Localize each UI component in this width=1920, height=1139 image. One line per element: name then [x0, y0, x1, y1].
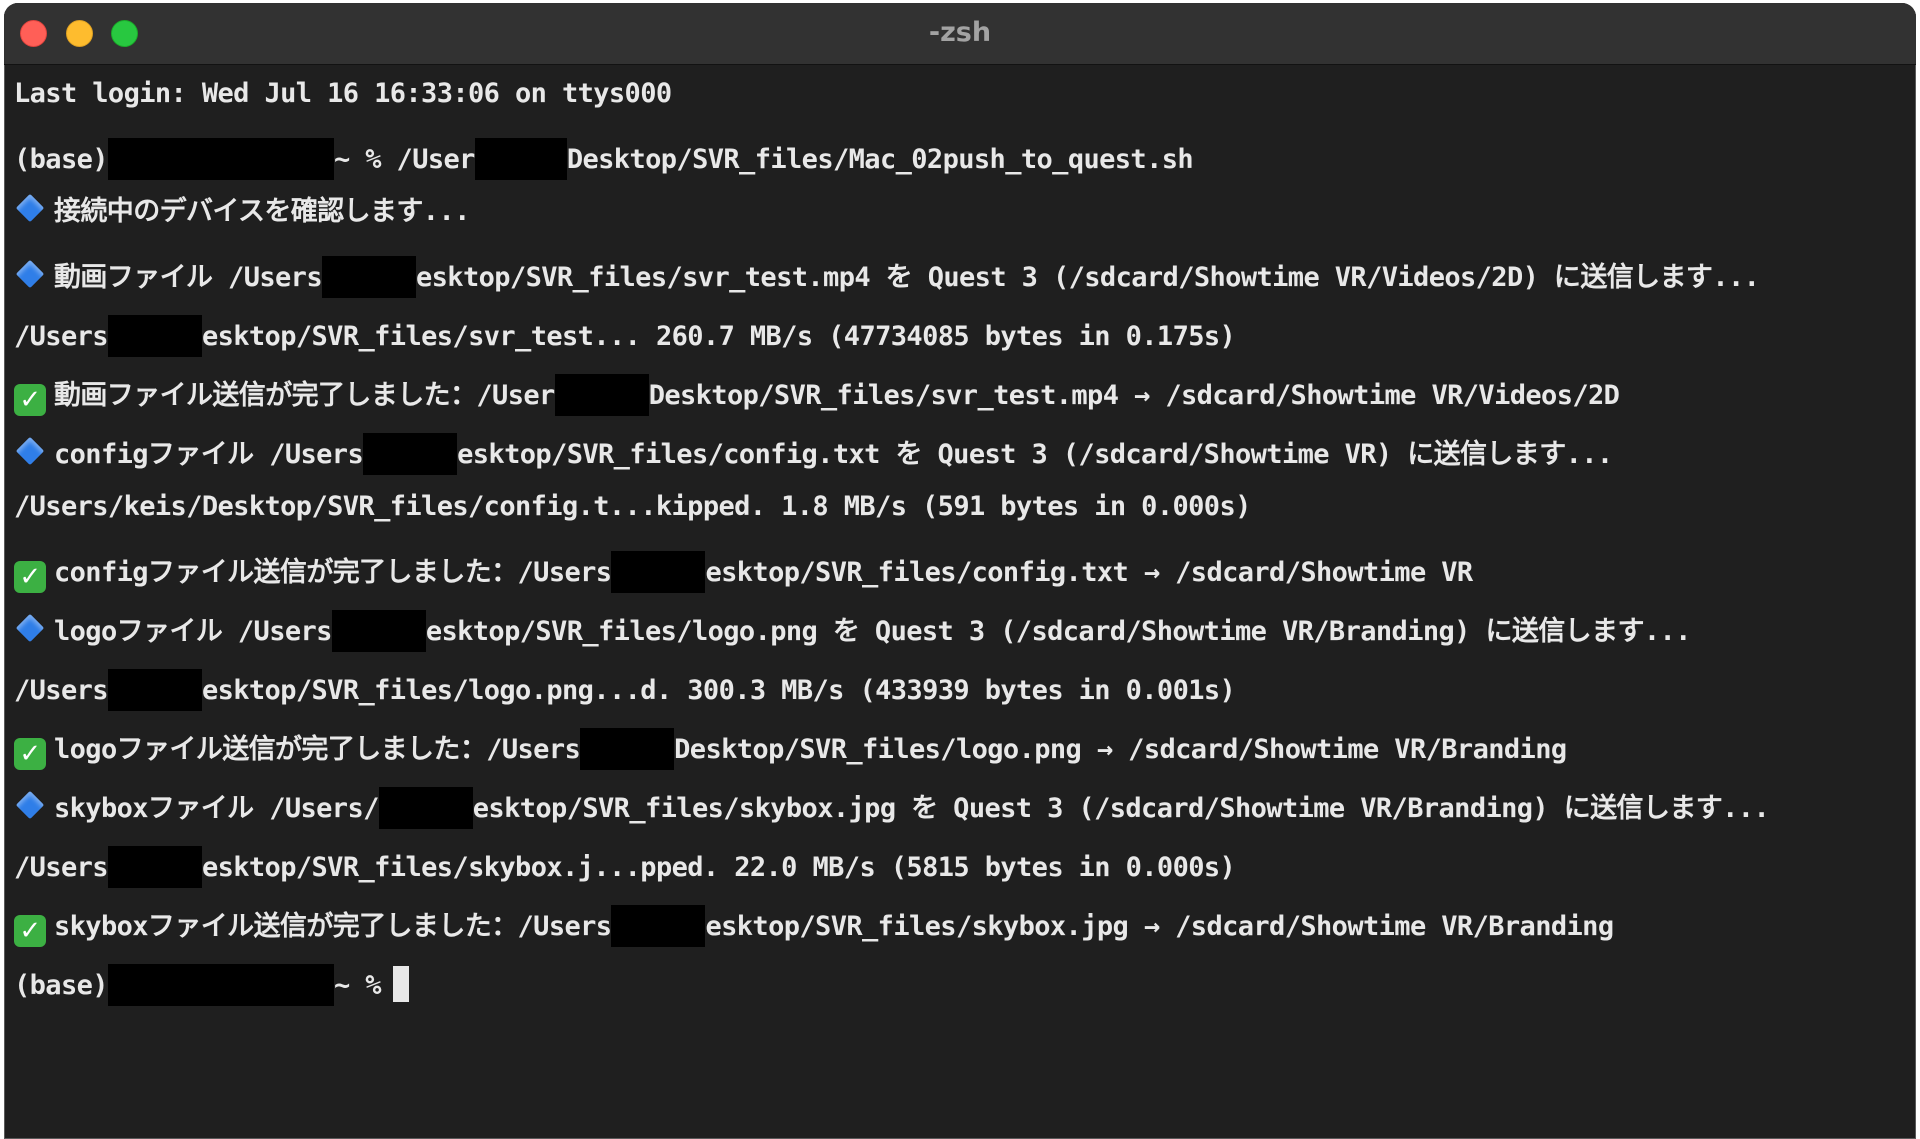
- line-text: logoファイル送信が完了しました：/Users: [54, 734, 581, 765]
- terminal-line-command: (base) ~ % /User Desktop/SVR_files/Mac_02p…: [14, 138, 1906, 197]
- terminal-line-prompt[interactable]: (base) ~ %: [14, 964, 1906, 1023]
- terminal-line-last-login: Last login: Wed Jul 16 16:33:06 on ttys0…: [14, 79, 1906, 138]
- redacted-block: [363, 433, 458, 475]
- redacted-block: [107, 315, 202, 357]
- line-text: esktop/SVR_files/svr_test.mp4 を Quest 3 …: [416, 262, 1760, 293]
- line-text: esktop/SVR_files/skybox.jpg を Quest 3 (/…: [472, 793, 1770, 824]
- terminal-output[interactable]: Last login: Wed Jul 16 16:33:06 on ttys0…: [14, 79, 1906, 1023]
- prompt-env: (base): [14, 144, 109, 175]
- line-text: esktop/SVR_files/svr_test... 260.7 MB/s …: [201, 321, 1236, 352]
- redacted-block: [611, 905, 706, 947]
- terminal-line-done: ✓ 動画ファイル送信が完了しました：/User Desktop/SVR_files/…: [14, 374, 1906, 433]
- prompt-symbol: ~ %: [333, 970, 382, 1001]
- blue-diamond-icon: [15, 790, 45, 820]
- blue-diamond-icon: [15, 436, 45, 466]
- prompt-command: ~ % /User: [333, 144, 476, 175]
- line-text: Desktop/SVR_files/svr_test.mp4 → /sdcard…: [648, 380, 1620, 411]
- blue-diamond-icon: [15, 259, 45, 289]
- line-text: configファイル送信が完了しました：/Users: [54, 557, 612, 588]
- check-mark-icon: ✓: [14, 915, 46, 947]
- terminal-line-transfer: /Users esktop/SVR_files/svr_test... 260.7…: [14, 315, 1906, 374]
- line-text: /Users: [14, 852, 109, 883]
- check-mark-icon: ✓: [14, 561, 46, 593]
- line-text: logoファイル /Users: [54, 616, 332, 647]
- terminal-line-transfer: /Users esktop/SVR_files/logo.png...d. 300…: [14, 669, 1906, 728]
- redacted-block: [378, 787, 473, 829]
- line-text: /Users: [14, 675, 109, 706]
- window-title: -zsh: [928, 17, 992, 48]
- line-text: Last login: Wed Jul 16 16:33:06 on ttys0…: [14, 78, 672, 109]
- redacted-block: [107, 138, 334, 180]
- check-mark-icon: ✓: [14, 738, 46, 770]
- terminal-line-done: ✓ configファイル送信が完了しました：/Users esktop/SVR_fi…: [14, 551, 1906, 610]
- line-text: 動画ファイル送信が完了しました：/User: [54, 380, 555, 411]
- terminal-line-info: skyboxファイル /Users/esktop/SVR_files/skybo…: [14, 787, 1906, 846]
- line-text: 接続中のデバイスを確認します...: [54, 196, 470, 227]
- line-text: Desktop/SVR_files/logo.png → /sdcard/Sho…: [674, 734, 1567, 765]
- redacted-block: [611, 551, 706, 593]
- terminal-line-done: ✓ skyboxファイル送信が完了しました：/Users esktop/SVR_fi…: [14, 905, 1906, 964]
- line-text: esktop/SVR_files/skybox.j...pped. 22.0 M…: [201, 852, 1236, 883]
- line-text: esktop/SVR_files/config.txt → /sdcard/Sh…: [705, 557, 1473, 588]
- redacted-block: [580, 728, 675, 770]
- terminal-line-info: logoファイル /Users esktop/SVR_files/logo.png…: [14, 610, 1906, 669]
- line-text: /Users: [14, 321, 109, 352]
- terminal-line-transfer: /Users/keis/Desktop/SVR_files/config.t..…: [14, 492, 1906, 551]
- line-text: esktop/SVR_files/logo.png...d. 300.3 MB/…: [201, 675, 1236, 706]
- terminal-line-transfer: /Users esktop/SVR_files/skybox.j...pped. …: [14, 846, 1906, 905]
- text-cursor: [392, 966, 409, 1002]
- line-text: esktop/SVR_files/config.txt を Quest 3 (/…: [457, 439, 1613, 470]
- blue-diamond-icon: [15, 193, 45, 223]
- line-text: skyboxファイル送信が完了しました：/Users: [54, 911, 612, 942]
- line-text: /Users/keis/Desktop/SVR_files/config.t..…: [14, 491, 1251, 522]
- redacted-block: [554, 374, 649, 416]
- redacted-block: [322, 256, 416, 298]
- prompt-env: (base): [14, 970, 109, 1001]
- redacted-block: [331, 610, 426, 652]
- line-text: 動画ファイル /Users: [54, 262, 323, 293]
- line-text: configファイル /Users: [54, 439, 364, 470]
- redacted-block: [107, 846, 202, 888]
- terminal-line-info: configファイル /Users esktop/SVR_files/config…: [14, 433, 1906, 492]
- terminal-line-info: 動画ファイル /Users esktop/SVR_files/svr_test.m…: [14, 256, 1906, 315]
- check-mark-icon: ✓: [14, 384, 46, 416]
- terminal-window: -zsh Last login: Wed Jul 16 16:33:06 on …: [4, 3, 1916, 1139]
- terminal-line-done: ✓ logoファイル送信が完了しました：/Users Desktop/SVR_fil…: [14, 728, 1906, 787]
- line-text: skyboxファイル /Users/: [54, 793, 379, 824]
- terminal-line-info: 接続中のデバイスを確認します...: [14, 193, 1906, 256]
- blue-diamond-icon: [15, 613, 45, 643]
- line-text: esktop/SVR_files/skybox.jpg → /sdcard/Sh…: [705, 911, 1614, 942]
- redacted-block: [474, 138, 567, 180]
- redacted-block: [107, 964, 334, 1006]
- title-bar[interactable]: -zsh: [4, 3, 1916, 65]
- redacted-block: [107, 669, 202, 711]
- line-text: esktop/SVR_files/logo.png を Quest 3 (/sd…: [425, 616, 1692, 647]
- command-path: Desktop/SVR_files/Mac_02push_to_quest.sh: [566, 144, 1194, 175]
